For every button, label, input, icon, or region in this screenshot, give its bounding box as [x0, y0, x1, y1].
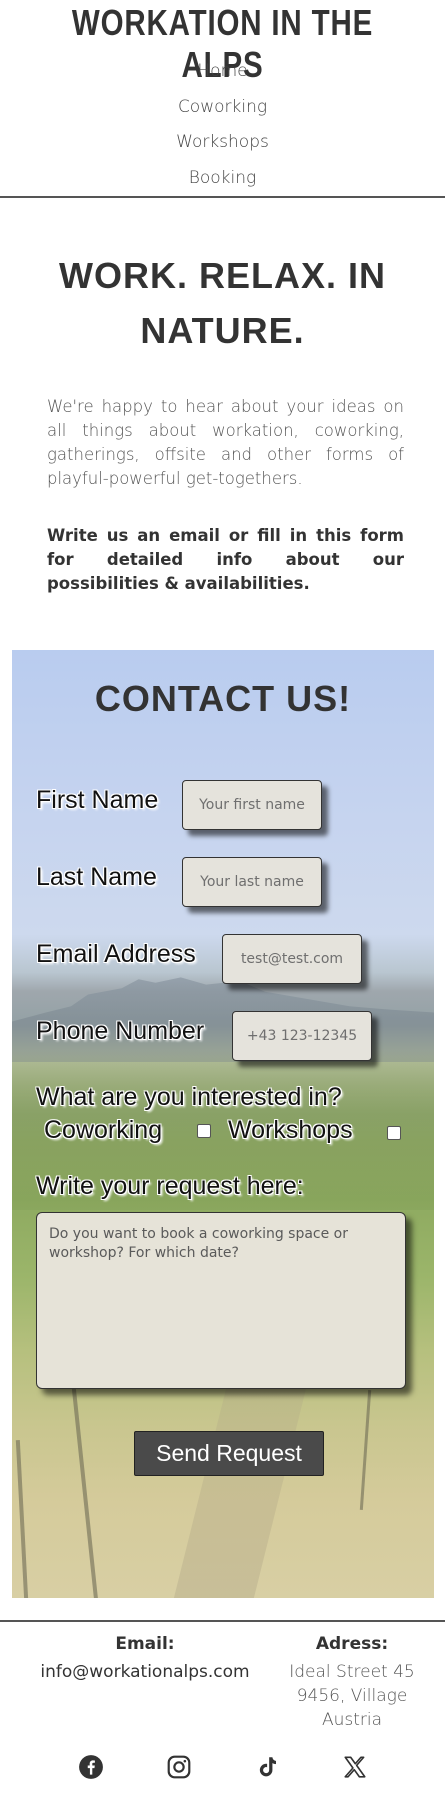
site-footer: Email: info@workationalps.com Adress: Id… [0, 1620, 445, 1802]
tiktok-icon[interactable] [252, 1752, 282, 1782]
request-label: Write your request here: [36, 1172, 304, 1200]
intro-text: We're happy to hear about your ideas on … [47, 397, 404, 488]
contact-section: CONTACT US! First Name Last Name Email A… [12, 650, 434, 1598]
background-fence-post [15, 1440, 29, 1598]
coworking-option-label[interactable]: Coworking [44, 1116, 162, 1145]
background-fence-post [69, 1370, 99, 1598]
phone-label: Phone Number [36, 1017, 205, 1045]
hero-title: WORK. RELAX. IN NATURE. [59, 255, 386, 351]
address-heading: Adress: [315, 1634, 389, 1654]
send-request-button[interactable]: Send Request [134, 1431, 324, 1476]
email-heading: Email: [115, 1634, 175, 1654]
first-name-field[interactable] [182, 780, 322, 830]
address-line: Ideal Street 45 [289, 1662, 415, 1682]
interest-label: What are you interested in? [36, 1083, 342, 1111]
email-field[interactable] [222, 934, 362, 984]
background-fence-post [359, 1390, 372, 1510]
intro-cta: Write us an email or fill in this form f… [47, 526, 404, 593]
workshops-checkbox[interactable] [387, 1126, 401, 1140]
address-line: Austria [321, 1710, 383, 1730]
main-nav: Home Coworking Workshops Booking [0, 56, 445, 198]
nav-booking-link[interactable]: Booking [0, 163, 445, 199]
nav-home-link[interactable]: Home [0, 56, 445, 92]
workshops-option-label[interactable]: Workshops [228, 1116, 353, 1145]
nav-workshops-link[interactable]: Workshops [0, 127, 445, 163]
last-name-field[interactable] [182, 857, 322, 907]
coworking-checkbox[interactable] [197, 1124, 211, 1138]
email-label: Email Address [36, 940, 196, 968]
instagram-icon[interactable] [164, 1752, 194, 1782]
address-line: 9456, Village [296, 1686, 408, 1706]
nav-coworking-link[interactable]: Coworking [0, 92, 445, 128]
footer-email: Email: info@workationalps.com [20, 1632, 270, 1684]
last-name-label: Last Name [36, 863, 157, 891]
phone-field[interactable] [232, 1011, 372, 1061]
contact-title: CONTACT US! [94, 678, 352, 719]
x-icon[interactable] [340, 1752, 370, 1782]
facebook-icon[interactable] [76, 1752, 106, 1782]
request-textarea[interactable] [36, 1212, 406, 1389]
email-link[interactable]: info@workationalps.com [20, 1660, 270, 1684]
site-header: WORKATION IN THE ALPS Home Coworking Wor… [0, 0, 445, 198]
footer-address: Adress: Ideal Street 45 9456, Village Au… [282, 1632, 422, 1732]
first-name-label: First Name [36, 786, 159, 814]
